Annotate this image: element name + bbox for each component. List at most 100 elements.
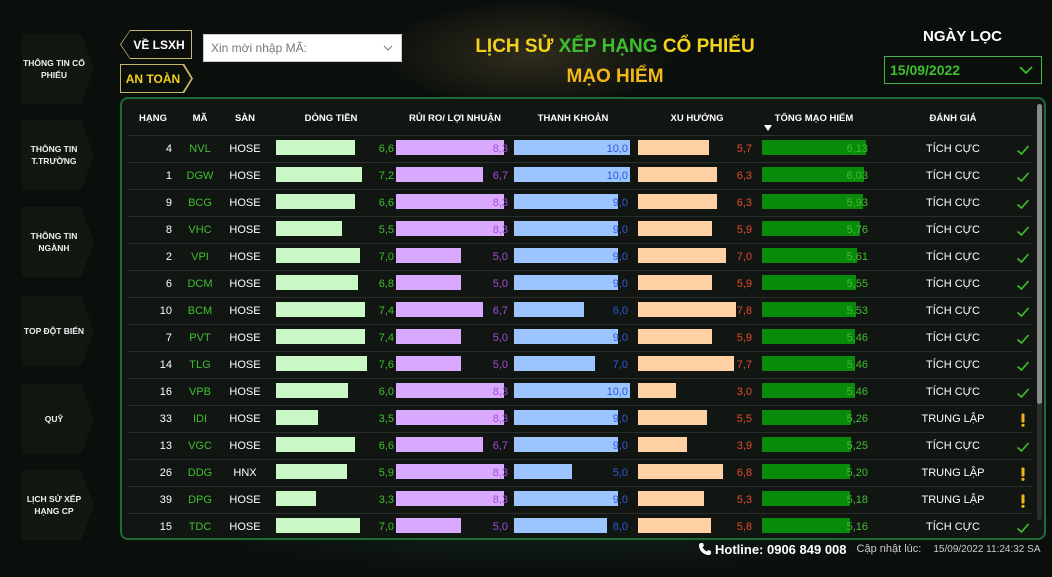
table-row[interactable]: 15 TDC HOSE 7,0 5,0 8,0 5,8 5,16 TÍCH CỰC <box>128 513 1032 538</box>
warning-icon <box>1021 467 1025 481</box>
check-icon <box>1016 145 1030 156</box>
liquidity-value: 9,0 <box>612 494 628 506</box>
trend-bar <box>638 248 726 263</box>
cashflow-bar <box>276 437 356 452</box>
rank-cell: 33 <box>159 413 172 425</box>
table-row[interactable]: 7 PVT HOSE 7,4 5,0 9,0 5,9 5,46 TÍCH CỰC <box>128 324 1032 351</box>
risk-value: 8,3 <box>492 413 508 425</box>
trend-bar <box>638 329 712 344</box>
table-row[interactable]: 9 BCG HOSE 6,6 8,3 9,0 6,3 5,93 TÍCH CỰC <box>128 189 1032 216</box>
risk-value: 6,7 <box>492 440 508 452</box>
liquidity-value: 9,0 <box>612 440 628 452</box>
sidebar-item[interactable]: THÔNG TIN CỔ PHIẾU <box>22 34 94 104</box>
table-row[interactable]: 16 VPB HOSE 6,0 8,3 10,0 3,0 5,46 TÍCH CỰC <box>128 378 1032 405</box>
trend-bar <box>638 491 705 506</box>
exchange-cell: HOSE <box>229 440 261 452</box>
rating-cell: TRUNG LẬP <box>921 413 985 425</box>
check-icon <box>1016 226 1030 237</box>
trend-bar <box>638 140 710 155</box>
table-scrollbar[interactable] <box>1037 104 1042 520</box>
chevron-down-icon[interactable] <box>1019 64 1033 76</box>
table-row[interactable]: 10 BCM HOSE 7,4 6,7 6,0 7,8 5,53 TÍCH CỰC <box>128 297 1032 324</box>
trend-value: 5,8 <box>736 521 752 533</box>
table-row[interactable]: 14 TLG HOSE 7,6 5,0 7,0 7,7 5,46 TÍCH CỰC <box>128 351 1032 378</box>
sidebar-item[interactable]: TOP ĐỘT BIẾN <box>22 296 94 366</box>
cashflow-bar <box>276 356 368 371</box>
header-code[interactable]: MÃ <box>180 113 220 124</box>
risk-bar <box>396 248 462 263</box>
rank-cell: 1 <box>165 170 172 182</box>
warning-icon <box>1021 413 1025 427</box>
rating-cell: TÍCH CỰC <box>925 359 980 371</box>
rating-cell: TÍCH CỰC <box>925 170 980 182</box>
trend-value: 7,7 <box>736 359 752 371</box>
header-liquidity[interactable]: THANH KHOẢN <box>514 113 632 124</box>
table-row[interactable]: 8 VHC HOSE 5,5 8,3 9,0 5,9 5,76 TÍCH CỰC <box>128 216 1032 243</box>
check-icon <box>1016 523 1030 534</box>
table-row[interactable]: 26 DDG HNX 5,9 8,3 5,0 6,8 5,20 TRUNG LẬP <box>128 459 1032 486</box>
table-row[interactable]: 39 DPG HOSE 3,3 8,3 9,0 5,3 5,18 TRUNG LẬP <box>128 486 1032 513</box>
stock-code-cell: TDC <box>188 521 212 533</box>
cashflow-value: 6,8 <box>378 278 394 290</box>
risk-value: 8,3 <box>492 467 508 479</box>
risk-value: 6,7 <box>492 170 508 182</box>
table-row[interactable]: 1 DGW HOSE 7,2 6,7 10,0 6,3 6,03 TÍCH CỰC <box>128 162 1032 189</box>
sidebar-item[interactable]: THÔNG TIN T.TRƯỜNG <box>22 120 94 190</box>
exchange-cell: HOSE <box>229 170 261 182</box>
risk-value: 5,0 <box>492 251 508 263</box>
risk-bar <box>396 302 484 317</box>
trend-value: 3,0 <box>736 386 752 398</box>
page-title: LỊCH SỬ XẾP HẠNG CỔ PHIẾU <box>430 36 800 58</box>
sidebar-item-label: THÔNG TIN T.TRƯỜNG <box>30 144 78 166</box>
exchange-cell: HOSE <box>229 278 261 290</box>
table-row[interactable]: 33 IDI HOSE 3,5 8,3 9,0 5,5 5,26 TRUNG LẬP <box>128 405 1032 432</box>
stock-code-select[interactable] <box>203 34 402 62</box>
rating-cell: TRUNG LẬP <box>921 467 985 479</box>
total-value: 5,53 <box>846 305 868 317</box>
safe-button[interactable]: AN TOÀN <box>121 65 191 92</box>
exchange-cell: HOSE <box>229 305 261 317</box>
risk-value: 5,0 <box>492 359 508 371</box>
stock-code-cell: VHC <box>188 224 212 236</box>
cashflow-value: 5,9 <box>378 467 394 479</box>
rating-cell: TRUNG LẬP <box>921 494 985 506</box>
trend-bar <box>638 437 687 452</box>
rating-cell: TÍCH CỰC <box>925 440 980 452</box>
trend-value: 7,8 <box>736 305 752 317</box>
date-filter-select[interactable]: 15/09/2022 <box>884 56 1042 84</box>
total-value: 5,93 <box>846 197 868 209</box>
back-button[interactable]: VỀ LSXH <box>121 31 191 58</box>
sidebar-item[interactable]: THÔNG TIN NGÀNH <box>22 207 94 277</box>
trend-bar <box>638 410 707 425</box>
table-row[interactable]: 6 DCM HOSE 6,8 5,0 9,0 5,9 5,55 TÍCH CỰC <box>128 270 1032 297</box>
table-row[interactable]: 4 NVL HOSE 6,6 8,3 10,0 5,7 6,13 TÍCH CỰC <box>128 135 1032 162</box>
trend-bar <box>638 194 717 209</box>
rank-cell: 8 <box>165 224 172 236</box>
sidebar-item[interactable]: LỊCH SỬ XẾP HẠNG CP <box>22 470 94 540</box>
table-row[interactable]: 2 VPI HOSE 7,0 5,0 9,0 7,0 5,61 TÍCH CỰC <box>128 243 1032 270</box>
cashflow-value: 7,6 <box>378 359 394 371</box>
scrollbar-thumb[interactable] <box>1037 104 1042 404</box>
rank-cell: 16 <box>159 386 172 398</box>
rating-cell: TÍCH CỰC <box>925 521 980 533</box>
liquidity-bar <box>514 464 572 479</box>
chevron-down-icon[interactable] <box>383 43 393 53</box>
cashflow-value: 6,6 <box>378 197 394 209</box>
risk-bar <box>396 437 484 452</box>
cashflow-value: 6,6 <box>378 440 394 452</box>
total-value: 5,55 <box>846 278 868 290</box>
sidebar-item[interactable]: QUỸ <box>22 384 94 454</box>
trend-value: 7,0 <box>736 251 752 263</box>
header-trend[interactable]: XU HƯỚNG <box>638 113 756 124</box>
cashflow-bar <box>276 302 365 317</box>
search-input[interactable] <box>211 41 381 55</box>
updated-label: Cập nhật lúc: <box>856 543 922 555</box>
header-cashflow[interactable]: DÒNG TIỀN <box>276 113 386 124</box>
header-risk[interactable]: RỦI RO/ LỢI NHUẬN <box>396 113 514 124</box>
table-row[interactable]: 13 VGC HOSE 6,6 6,7 9,0 3,9 5,25 TÍCH CỰC <box>128 432 1032 459</box>
header-rank[interactable]: HẠNG <box>134 113 172 124</box>
header-total[interactable]: TỔNG MẠO HIỂM <box>764 113 864 124</box>
header-rating[interactable]: ĐÁNH GIÁ <box>908 113 998 124</box>
header-exchange[interactable]: SÀN <box>224 113 266 124</box>
total-value: 6,13 <box>846 143 868 155</box>
